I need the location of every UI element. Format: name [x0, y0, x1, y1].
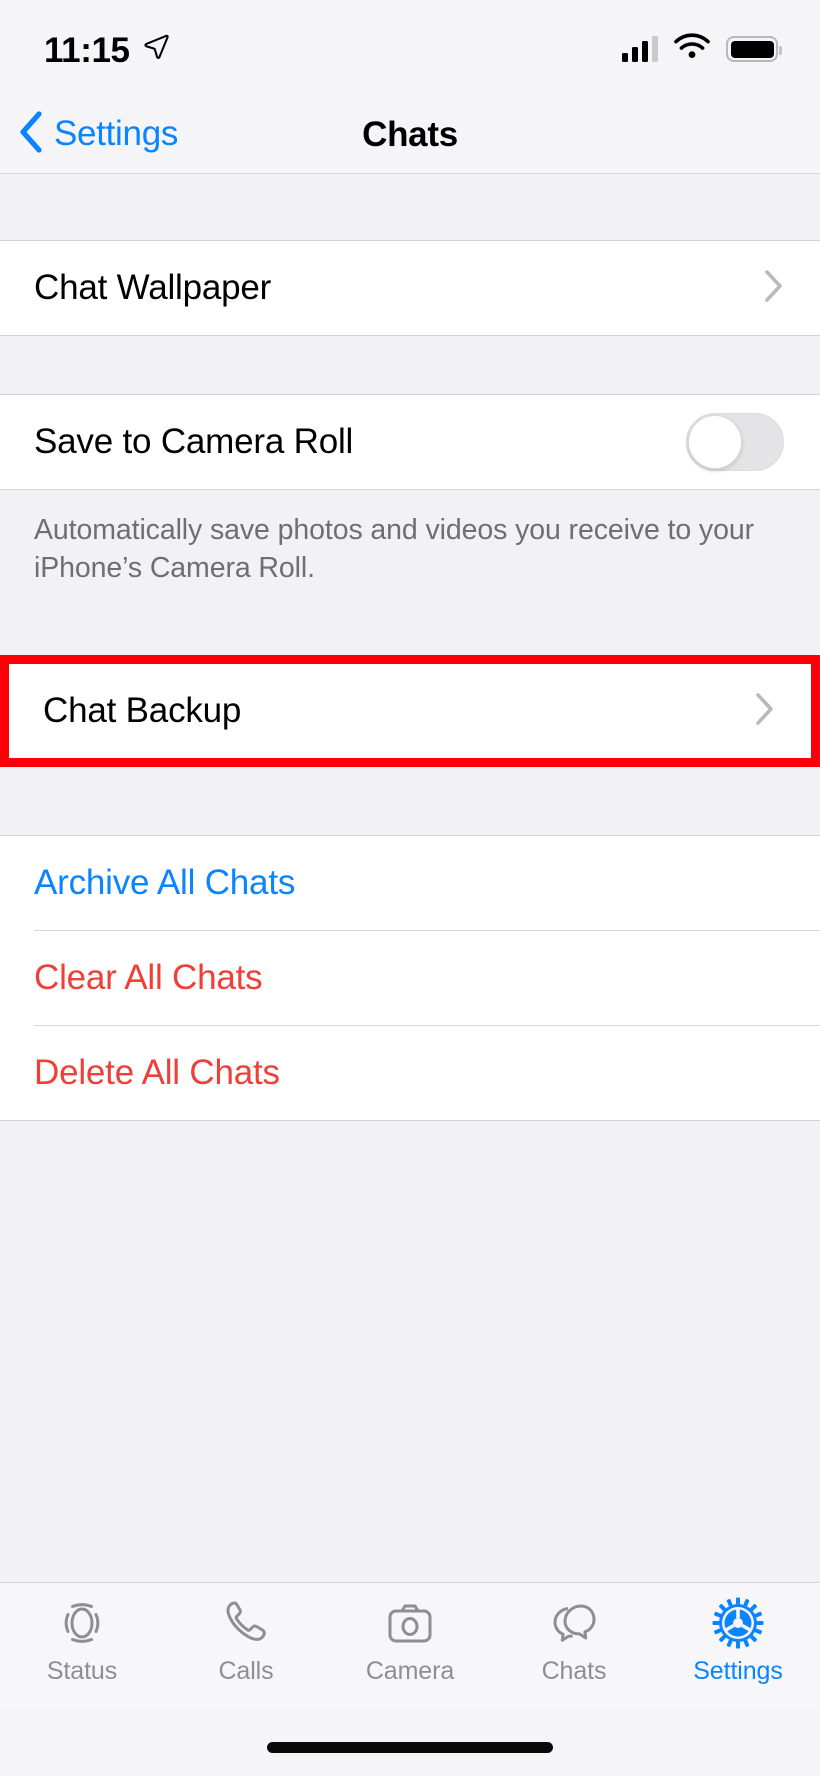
row-save-to-camera-roll-label: Save to Camera Roll — [34, 422, 354, 461]
status-bar-clock: 11:15 — [44, 30, 130, 70]
section-media: Save to Camera Roll — [0, 394, 820, 490]
row-chat-wallpaper-label: Chat Wallpaper — [34, 268, 272, 307]
row-chat-backup[interactable]: Chat Backup — [9, 664, 811, 759]
chat-bubbles-icon — [548, 1595, 600, 1651]
camera-icon — [384, 1595, 436, 1651]
toggle-knob — [688, 415, 742, 469]
cellular-signal-icon — [622, 36, 658, 62]
section-media-footer: Automatically save photos and videos you… — [34, 514, 754, 584]
location-arrow-icon — [143, 33, 169, 64]
tab-camera[interactable]: Camera — [328, 1595, 492, 1686]
tab-camera-label: Camera — [365, 1657, 455, 1685]
status-bar-right — [622, 31, 782, 65]
chevron-left-icon — [18, 110, 44, 159]
row-archive-all-chats-label: Archive All Chats — [34, 863, 296, 903]
section-gap-media-backup — [0, 587, 820, 656]
home-indicator-area — [0, 1710, 820, 1776]
back-button-label: Settings — [54, 113, 179, 153]
status-bar: 11:15 — [0, 0, 820, 96]
section-gap-top — [0, 174, 820, 240]
navigation-bar: Settings Chats — [0, 96, 820, 174]
section-wallpaper: Chat Wallpaper — [0, 240, 820, 336]
battery-full-icon — [726, 36, 782, 62]
wifi-icon — [674, 33, 710, 65]
tab-settings[interactable]: Settings — [656, 1595, 820, 1686]
section-gap-wallpaper-media — [0, 336, 820, 394]
row-delete-all-chats[interactable]: Delete All Chats — [0, 1026, 820, 1121]
row-chat-wallpaper[interactable]: Chat Wallpaper — [0, 241, 820, 335]
home-indicator[interactable] — [267, 1741, 553, 1753]
row-archive-all-chats[interactable]: Archive All Chats — [0, 836, 820, 931]
status-rings-icon — [56, 1595, 108, 1651]
tab-chats-label: Chats — [541, 1657, 607, 1685]
section-gap-backup-actions — [0, 767, 820, 836]
tab-calls[interactable]: Calls — [164, 1595, 328, 1686]
phone-icon — [220, 1595, 272, 1651]
row-delete-all-chats-label: Delete All Chats — [34, 1053, 280, 1093]
section-actions: Archive All Chats Clear All Chats Delete… — [0, 835, 820, 1122]
tab-status-label: Status — [46, 1657, 118, 1685]
chevron-right-icon — [764, 269, 784, 308]
chevron-right-icon — [755, 692, 775, 731]
tab-chats[interactable]: Chats — [492, 1595, 656, 1686]
row-save-to-camera-roll[interactable]: Save to Camera Roll — [0, 395, 820, 489]
iphone-screen: 11:15 Settings Chats Chat Wallpaper Save… — [0, 0, 820, 1776]
settings-list: Chat Wallpaper Save to Camera Roll Autom… — [0, 174, 820, 1582]
tab-bar: Status Calls Camera Chats Settings — [0, 1582, 820, 1710]
chat-backup-highlight-box: Chat Backup — [0, 655, 820, 768]
status-bar-left: 11:15 — [44, 29, 169, 68]
save-to-camera-roll-toggle[interactable] — [686, 413, 784, 471]
row-clear-all-chats[interactable]: Clear All Chats — [0, 931, 820, 1026]
gear-icon — [712, 1595, 764, 1651]
back-button[interactable]: Settings — [0, 110, 178, 159]
tab-settings-label: Settings — [693, 1657, 783, 1685]
list-empty-area — [0, 1121, 820, 1582]
tab-calls-label: Calls — [218, 1657, 274, 1685]
row-chat-backup-label: Chat Backup — [43, 691, 242, 731]
row-clear-all-chats-label: Clear All Chats — [34, 958, 263, 998]
tab-status[interactable]: Status — [0, 1595, 164, 1686]
